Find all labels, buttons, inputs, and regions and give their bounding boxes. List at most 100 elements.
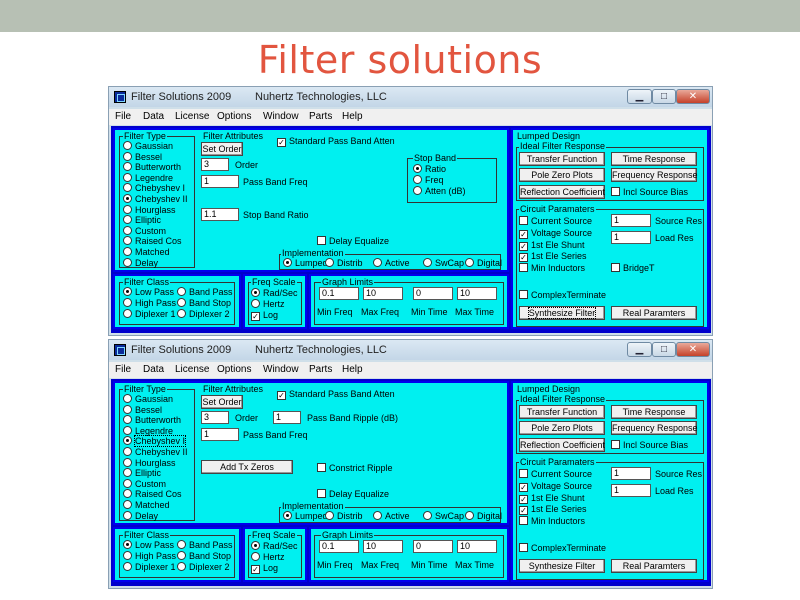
source-res-input[interactable]: 1: [611, 467, 651, 480]
filter-class-high-pass-radio[interactable]: High Pass: [123, 551, 176, 562]
implementation-swcap-radio[interactable]: SwCap: [423, 258, 464, 269]
stop-band-atten-db-radio[interactable]: Atten (dB): [413, 186, 466, 197]
menu-window[interactable]: Window: [263, 364, 299, 375]
complex-terminate-checkbox[interactable]: ComplexTerminate: [519, 543, 606, 554]
graph-limit-min-time-input[interactable]: 0: [413, 287, 453, 300]
implementation-active-radio[interactable]: Active: [373, 511, 410, 522]
log-checkbox[interactable]: ✓ Log: [251, 563, 278, 574]
delay-equalize-checkbox[interactable]: Delay Equalize: [317, 489, 389, 500]
implementation-lumped-radio[interactable]: Lumped: [283, 258, 328, 269]
filter-type-bessel-radio[interactable]: Bessel: [123, 151, 162, 163]
time-response-button[interactable]: Time Response: [611, 405, 697, 419]
graph-limit-min-time-input[interactable]: 0: [413, 540, 453, 553]
graph-limit-max-time-input[interactable]: 10: [457, 540, 497, 553]
incl-source-bias-checkbox[interactable]: Incl Source Bias: [611, 187, 688, 198]
filter-class-band-stop-radio[interactable]: Band Stop: [177, 298, 231, 309]
hertz-radio[interactable]: Hertz: [251, 552, 285, 563]
complex-terminate-checkbox[interactable]: ComplexTerminate: [519, 290, 606, 301]
implementation-swcap-radio[interactable]: SwCap: [423, 511, 464, 522]
graph-limit-max-freq-input[interactable]: 10: [363, 540, 403, 553]
min-inductors-checkbox[interactable]: Min Inductors: [519, 516, 585, 527]
filter-type-chebyshev-ii-radio[interactable]: Chebyshev II: [123, 194, 188, 205]
implementation-digital-radio[interactable]: Digital: [465, 511, 502, 522]
graph-limit-max-freq-input[interactable]: 10: [363, 287, 403, 300]
filter-class-diplexer-1-radio[interactable]: Diplexer 1: [123, 309, 176, 320]
first-ele-series-checkbox[interactable]: ✓ 1st Ele Series: [519, 504, 587, 515]
filter-type-matched-radio[interactable]: Matched: [123, 500, 170, 511]
filter-type-custom-radio[interactable]: Custom: [123, 478, 166, 490]
current-source-checkbox[interactable]: Current Source: [519, 216, 592, 227]
filter-type-raised-cos-radio[interactable]: Raised Cos: [123, 489, 182, 500]
filter-type-gaussian-radio[interactable]: Gaussian: [123, 394, 173, 405]
minimize-button[interactable]: ▁: [627, 342, 652, 357]
filter-type-butterworth-radio[interactable]: Butterworth: [123, 162, 181, 173]
graph-limit-min-freq-input[interactable]: 0.1: [319, 287, 359, 300]
current-source-checkbox[interactable]: Current Source: [519, 469, 592, 480]
add-tx-zeros-button[interactable]: Add Tx Zeros: [201, 460, 293, 474]
implementation-digital-radio[interactable]: Digital: [465, 258, 502, 269]
standard-pass-band-atten-checkbox[interactable]: ✓ Standard Pass Band Atten: [277, 136, 395, 147]
filter-type-custom-radio[interactable]: Custom: [123, 225, 166, 237]
frequency-response-button[interactable]: Frequency Response: [611, 168, 698, 182]
menu-options[interactable]: Options: [217, 364, 251, 375]
filter-type-elliptic-radio[interactable]: Elliptic: [123, 215, 161, 226]
implementation-lumped-radio[interactable]: Lumped: [283, 511, 328, 522]
load-res-input[interactable]: 1: [611, 484, 651, 497]
transfer-function-button[interactable]: Transfer Function: [519, 152, 605, 166]
incl-source-bias-checkbox[interactable]: Incl Source Bias: [611, 440, 688, 451]
close-button[interactable]: ✕: [676, 89, 710, 104]
menu-parts[interactable]: Parts: [309, 364, 332, 375]
filter-type-gaussian-radio[interactable]: Gaussian: [123, 141, 173, 152]
filter-type-raised-cos-radio[interactable]: Raised Cos: [123, 236, 182, 247]
menu-data[interactable]: Data: [143, 364, 164, 375]
stop-band-ratio-radio[interactable]: Ratio: [413, 164, 446, 175]
order-input[interactable]: 3: [201, 411, 229, 424]
delay-equalize-checkbox[interactable]: Delay Equalize: [317, 236, 389, 247]
filter-type-delay-radio[interactable]: Delay: [123, 510, 158, 522]
bridget-checkbox[interactable]: BridgeT: [611, 263, 655, 274]
voltage-source-checkbox[interactable]: ✓ Voltage Source: [519, 228, 592, 239]
menu-file[interactable]: File: [115, 111, 131, 122]
source-res-input[interactable]: 1: [611, 214, 651, 227]
menu-file[interactable]: File: [115, 364, 131, 375]
set-order-button[interactable]: Set Order: [201, 395, 243, 409]
filter-class-diplexer-2-radio[interactable]: Diplexer 2: [177, 562, 230, 573]
synthesize-filter-button[interactable]: Synthesize Filter: [519, 559, 605, 573]
hertz-radio[interactable]: Hertz: [251, 299, 285, 310]
filter-type-legendre-radio[interactable]: Legendre: [123, 172, 173, 184]
frequency-response-button[interactable]: Frequency Response: [611, 421, 698, 435]
order-input[interactable]: 3: [201, 158, 229, 171]
filter-type-chebyshev-i-radio[interactable]: Chebyshev I: [123, 183, 185, 194]
implementation-distrib-radio[interactable]: Distrib: [325, 511, 363, 522]
pass-band-ripple-input[interactable]: 1: [273, 411, 301, 424]
filter-class-diplexer-2-radio[interactable]: Diplexer 2: [177, 309, 230, 320]
filter-type-matched-radio[interactable]: Matched: [123, 247, 170, 258]
menu-window[interactable]: Window: [263, 111, 299, 122]
stop-band-freq-radio[interactable]: Freq: [413, 175, 444, 186]
pass-band-freq-input[interactable]: 1: [201, 428, 239, 441]
window-titlebar[interactable]: Filter Solutions 2009 Nuhertz Technologi…: [109, 340, 712, 360]
pole-zero-plots-button[interactable]: Pole Zero Plots: [519, 168, 605, 182]
time-response-button[interactable]: Time Response: [611, 152, 697, 166]
filter-class-band-pass-radio[interactable]: Band Pass: [177, 287, 233, 298]
filter-class-band-pass-radio[interactable]: Band Pass: [177, 540, 233, 551]
standard-pass-band-atten-checkbox[interactable]: ✓ Standard Pass Band Atten: [277, 389, 395, 400]
reflection-coefficient-button[interactable]: Reflection Coefficient: [519, 185, 605, 199]
real-paramters-button[interactable]: Real Paramters: [611, 306, 697, 320]
filter-class-low-pass-radio[interactable]: Low Pass: [123, 287, 174, 298]
stop-band-ratio-input[interactable]: 1.1: [201, 208, 239, 221]
filter-type-bessel-radio[interactable]: Bessel: [123, 404, 162, 416]
min-inductors-checkbox[interactable]: Min Inductors: [519, 263, 585, 274]
first-ele-series-checkbox[interactable]: ✓ 1st Ele Series: [519, 251, 587, 262]
voltage-source-checkbox[interactable]: ✓ Voltage Source: [519, 481, 592, 492]
menu-options[interactable]: Options: [217, 111, 251, 122]
filter-type-hourglass-radio[interactable]: Hourglass: [123, 457, 176, 469]
menu-license[interactable]: License: [175, 364, 209, 375]
set-order-button[interactable]: Set Order: [201, 142, 243, 156]
real-paramters-button[interactable]: Real Paramters: [611, 559, 697, 573]
menu-help[interactable]: Help: [342, 111, 363, 122]
filter-type-elliptic-radio[interactable]: Elliptic: [123, 468, 161, 479]
menu-license[interactable]: License: [175, 111, 209, 122]
pass-band-freq-input[interactable]: 1: [201, 175, 239, 188]
graph-limit-min-freq-input[interactable]: 0.1: [319, 540, 359, 553]
